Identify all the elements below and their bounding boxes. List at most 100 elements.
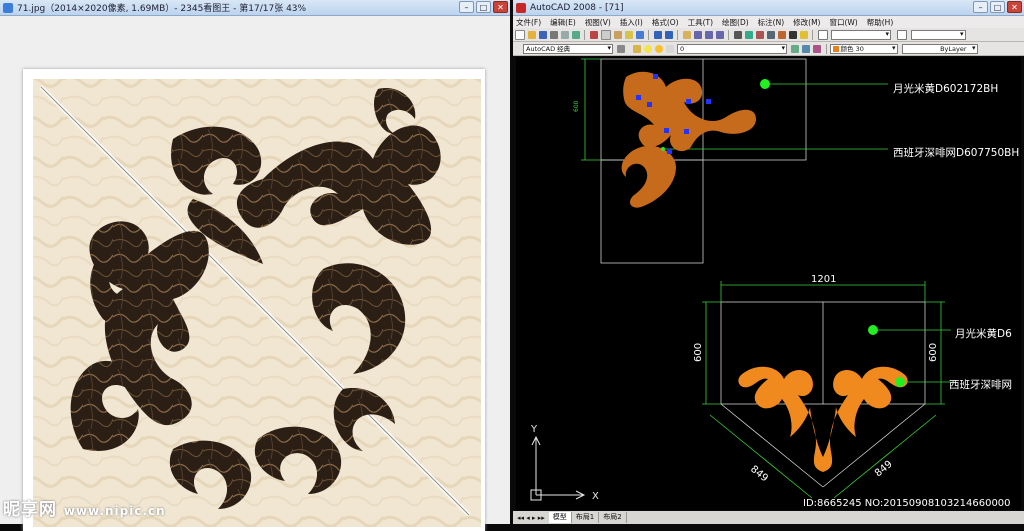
cad-title: AutoCAD 2008 - [71] bbox=[530, 2, 624, 13]
publish-icon[interactable] bbox=[571, 30, 580, 39]
block-editor-icon[interactable] bbox=[635, 30, 644, 39]
model-space[interactable]: 600 月光米黄D602172BH 西班牙深啡网D607750BH 1201 6… bbox=[516, 57, 1021, 510]
watermark-url: www.nipic.cn bbox=[63, 504, 166, 518]
text-style-icon[interactable] bbox=[817, 29, 828, 40]
top-material-2-label: 西班牙深啡网D607750BH bbox=[893, 147, 1019, 159]
tab-layout2[interactable]: 布局2 bbox=[599, 512, 627, 523]
linetype-value: ByLayer bbox=[940, 44, 967, 53]
width-dim-label: 1201 bbox=[811, 274, 836, 285]
material-marker bbox=[895, 377, 905, 387]
menu-tools[interactable]: 工具(T) bbox=[688, 17, 713, 28]
menu-edit[interactable]: 编辑(E) bbox=[550, 17, 576, 28]
match-properties-icon[interactable] bbox=[624, 30, 633, 39]
markup-icon[interactable] bbox=[777, 30, 786, 39]
linetype-dropdown[interactable]: ByLayer bbox=[901, 43, 978, 54]
color-dropdown[interactable]: 颜色 30 bbox=[829, 43, 898, 54]
tab-model[interactable]: 模型 bbox=[548, 512, 572, 523]
bulb-icon[interactable] bbox=[643, 44, 652, 53]
layer-state-icon[interactable] bbox=[813, 44, 821, 53]
viewer-canvas[interactable]: 昵享网 www.nipic.cn bbox=[0, 17, 510, 531]
dim-style-dropdown[interactable] bbox=[910, 29, 966, 40]
bottom-material-1-label: 月光米黄D6 bbox=[955, 327, 1012, 340]
layers-toolbar: AutoCAD 经典 0 颜色 30 ByLayer bbox=[513, 42, 1024, 56]
menu-dimension[interactable]: 标注(N) bbox=[758, 17, 784, 28]
properties-icon[interactable] bbox=[733, 30, 742, 39]
standard-toolbar bbox=[513, 28, 1024, 42]
cut-icon[interactable] bbox=[589, 30, 598, 39]
zoom-previous-icon[interactable] bbox=[715, 30, 724, 39]
material-marker bbox=[760, 79, 770, 89]
new-icon[interactable] bbox=[514, 29, 525, 40]
material-marker bbox=[661, 147, 665, 151]
color-swatch bbox=[832, 45, 839, 52]
bottom-material-2-label: 西班牙深啡网 bbox=[949, 379, 1012, 391]
separator bbox=[677, 29, 678, 40]
paste-icon[interactable] bbox=[613, 30, 622, 39]
pan-icon[interactable] bbox=[682, 30, 691, 39]
minimize-icon[interactable]: – bbox=[459, 1, 474, 13]
plot-icon[interactable] bbox=[549, 30, 558, 39]
menu-format[interactable]: 格式(O) bbox=[652, 17, 679, 28]
autocad-window: AutoCAD 2008 - [71] – □ ✕ 文件(F) 编辑(E) 视图… bbox=[513, 0, 1024, 524]
workspace-dropdown[interactable]: AutoCAD 经典 bbox=[523, 43, 613, 54]
open-icon[interactable] bbox=[527, 30, 536, 39]
layer-previous-icon[interactable] bbox=[791, 44, 799, 53]
maximize-icon[interactable]: □ bbox=[990, 1, 1005, 13]
zoom-window-icon[interactable] bbox=[704, 30, 713, 39]
material-marker bbox=[868, 325, 878, 335]
undo-icon[interactable] bbox=[653, 30, 662, 39]
cad-menubar: 文件(F) 编辑(E) 视图(V) 插入(I) 格式(O) 工具(T) 绘图(D… bbox=[513, 16, 1024, 28]
text-style-dropdown[interactable] bbox=[831, 29, 891, 40]
autocad-app-icon bbox=[516, 2, 526, 13]
help-icon[interactable] bbox=[799, 30, 808, 39]
dim-style-icon[interactable] bbox=[897, 29, 907, 40]
menu-view[interactable]: 视图(V) bbox=[585, 17, 611, 28]
diag-left-dim-label: 849 bbox=[748, 464, 770, 485]
right-dim-label: 600 bbox=[928, 343, 939, 362]
image-viewer-window: 71.jpg（2014×2020像素, 1.69MB）- 2345看图王 - 第… bbox=[0, 0, 510, 531]
color-value: 颜色 30 bbox=[840, 44, 864, 53]
menu-insert[interactable]: 插入(I) bbox=[620, 17, 643, 28]
layer-manager-icon[interactable] bbox=[632, 44, 641, 53]
close-icon[interactable]: ✕ bbox=[1007, 1, 1022, 13]
tab-nav-arrows[interactable]: ◂◂ ◂ ▸ ▸▸ bbox=[513, 514, 549, 522]
preview-icon[interactable] bbox=[560, 30, 569, 39]
menu-draw[interactable]: 绘图(D) bbox=[722, 17, 749, 28]
maximize-icon[interactable]: □ bbox=[476, 1, 491, 13]
minimize-icon[interactable]: – bbox=[973, 1, 988, 13]
diag-right-dim-label: 849 bbox=[873, 459, 895, 480]
viewer-app-icon bbox=[3, 2, 13, 13]
floor-tile-photo bbox=[23, 69, 485, 531]
zoom-realtime-icon[interactable] bbox=[693, 30, 702, 39]
ucs-icon bbox=[530, 435, 586, 501]
tool-palettes-icon[interactable] bbox=[755, 30, 764, 39]
close-icon[interactable]: ✕ bbox=[493, 1, 508, 13]
top-ornament bbox=[621, 71, 756, 208]
watermark: 昵享网 www.nipic.cn bbox=[3, 495, 166, 520]
copy-icon[interactable] bbox=[600, 29, 611, 40]
top-material-1-label: 月光米黄D602172BH bbox=[893, 82, 998, 95]
viewer-titlebar[interactable]: 71.jpg（2014×2020像素, 1.69MB）- 2345看图王 - 第… bbox=[0, 0, 510, 16]
menu-file[interactable]: 文件(F) bbox=[516, 17, 541, 28]
design-center-icon[interactable] bbox=[744, 30, 753, 39]
menu-modify[interactable]: 修改(M) bbox=[793, 17, 820, 28]
image-id-text: ID:8665245 NO:20150908103214660000 bbox=[803, 498, 1011, 509]
redo-icon[interactable] bbox=[664, 30, 673, 39]
top-dim-label: 600 bbox=[573, 100, 580, 112]
sheet-set-icon[interactable] bbox=[766, 30, 775, 39]
tab-layout1[interactable]: 布局1 bbox=[572, 512, 600, 523]
save-icon[interactable] bbox=[538, 30, 547, 39]
menu-window[interactable]: 窗口(W) bbox=[829, 17, 857, 28]
menu-help[interactable]: 帮助(H) bbox=[867, 17, 894, 28]
calculator-icon[interactable] bbox=[788, 30, 797, 39]
cad-titlebar[interactable]: AutoCAD 2008 - [71] – □ ✕ bbox=[513, 0, 1024, 16]
separator bbox=[825, 43, 827, 54]
layer-dropdown[interactable]: 0 bbox=[677, 43, 787, 54]
workspace-settings-icon[interactable] bbox=[617, 44, 625, 53]
watermark-main: 昵享网 bbox=[3, 500, 57, 520]
sun-icon[interactable] bbox=[654, 44, 663, 53]
make-current-icon[interactable] bbox=[802, 44, 810, 53]
ucs-x-label: X bbox=[592, 491, 599, 502]
lock-icon[interactable] bbox=[665, 44, 674, 53]
separator bbox=[584, 29, 585, 40]
